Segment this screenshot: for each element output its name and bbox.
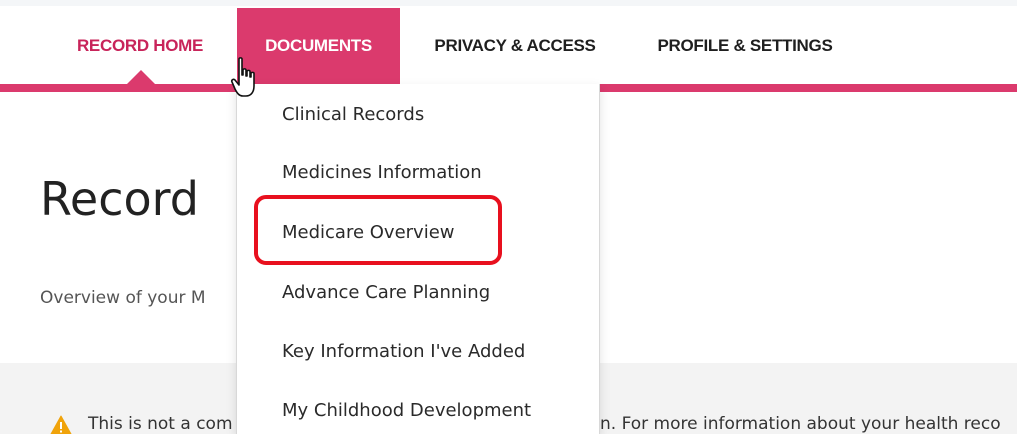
notice-text-start: This is not a com bbox=[88, 414, 233, 434]
documents-dropdown-menu: Clinical Records Medicines Information M… bbox=[236, 84, 600, 434]
active-tab-caret bbox=[127, 70, 155, 84]
menu-item-key-information[interactable]: Key Information I've Added bbox=[282, 341, 525, 362]
menu-item-medicare-overview[interactable]: Medicare Overview bbox=[282, 222, 455, 243]
menu-item-medicines-information[interactable]: Medicines Information bbox=[282, 162, 482, 183]
notice-text-end: n. For more information about your healt… bbox=[600, 414, 1001, 434]
hand-pointer-icon bbox=[230, 57, 255, 97]
nav-tab-profile-settings[interactable]: PROFILE & SETTINGS bbox=[630, 8, 860, 84]
menu-item-advance-care-planning[interactable]: Advance Care Planning bbox=[282, 282, 490, 303]
menu-item-childhood-development[interactable]: My Childhood Development bbox=[282, 400, 531, 421]
warning-icon bbox=[50, 415, 72, 434]
page-title: Record bbox=[40, 172, 199, 226]
menu-item-clinical-records[interactable]: Clinical Records bbox=[282, 104, 424, 125]
page: RECORD HOME DOCUMENTS PRIVACY & ACCESS P… bbox=[0, 0, 1017, 434]
top-navigation: RECORD HOME DOCUMENTS PRIVACY & ACCESS P… bbox=[0, 0, 1017, 92]
page-subtitle: Overview of your M bbox=[40, 288, 206, 308]
nav-tab-privacy-access[interactable]: PRIVACY & ACCESS bbox=[410, 8, 620, 84]
nav-top-strip bbox=[0, 0, 1017, 6]
